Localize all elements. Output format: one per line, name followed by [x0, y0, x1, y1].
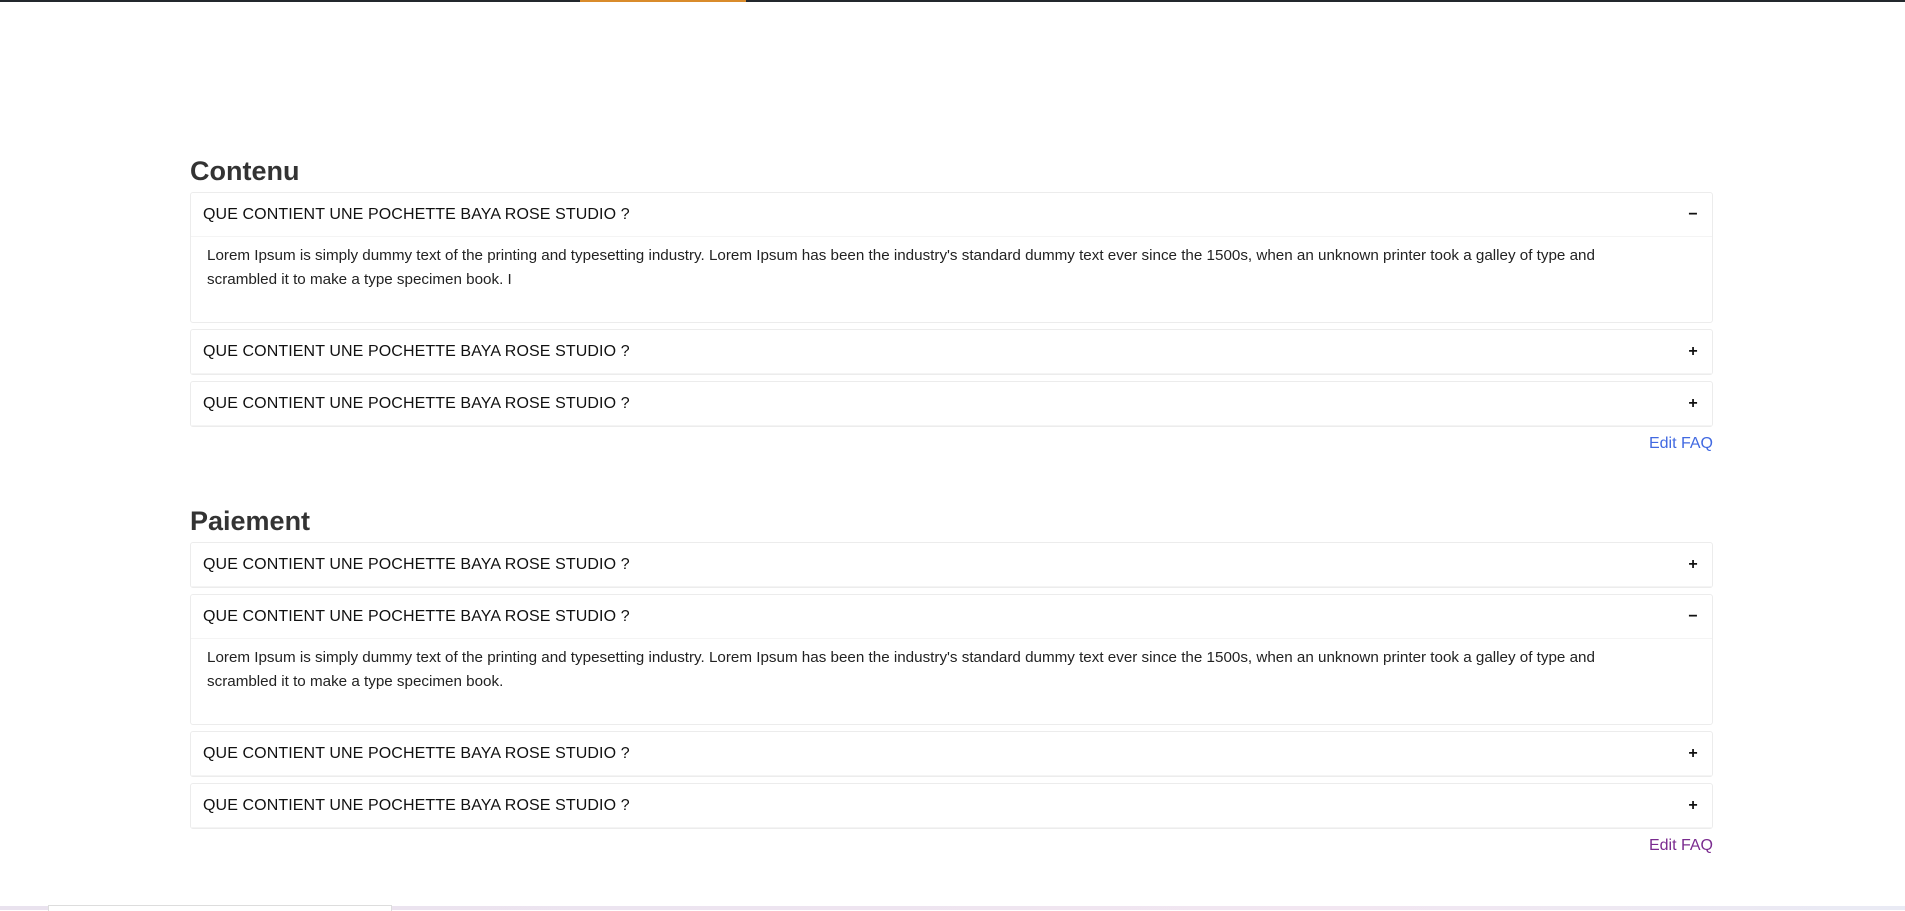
faq-item: QUE CONTIENT UNE POCHETTE BAYA ROSE STUD… [190, 192, 1713, 323]
faq-item: QUE CONTIENT UNE POCHETTE BAYA ROSE STUD… [190, 783, 1713, 829]
faq-question: QUE CONTIENT UNE POCHETTE BAYA ROSE STUD… [203, 744, 630, 762]
plus-icon[interactable]: + [1686, 797, 1700, 815]
faq-item: QUE CONTIENT UNE POCHETTE BAYA ROSE STUD… [190, 542, 1713, 588]
faq-question: QUE CONTIENT UNE POCHETTE BAYA ROSE STUD… [203, 205, 630, 223]
faq-question: QUE CONTIENT UNE POCHETTE BAYA ROSE STUD… [203, 342, 630, 360]
plus-icon[interactable]: + [1686, 745, 1700, 763]
faq-question: QUE CONTIENT UNE POCHETTE BAYA ROSE STUD… [203, 796, 630, 814]
edit-faq-link[interactable]: Edit FAQ [1649, 435, 1713, 452]
bottom-tab [48, 905, 392, 911]
faq-item: QUE CONTIENT UNE POCHETTE BAYA ROSE STUD… [190, 381, 1713, 427]
faq-question-toggle[interactable]: QUE CONTIENT UNE POCHETTE BAYA ROSE STUD… [191, 595, 1712, 639]
edit-faq-link[interactable]: Edit FAQ [1649, 837, 1713, 854]
edit-row: Edit FAQ [190, 433, 1713, 453]
minus-icon[interactable]: − [1686, 608, 1700, 626]
section-title: Contenu [190, 156, 300, 186]
edit-row: Edit FAQ [190, 835, 1713, 855]
top-bar [0, 0, 1905, 2]
faq-question-toggle[interactable]: QUE CONTIENT UNE POCHETTE BAYA ROSE STUD… [191, 732, 1712, 776]
faq-answer: Lorem Ipsum is simply dummy text of the … [207, 247, 1595, 288]
minus-icon[interactable]: − [1686, 206, 1700, 224]
faq-section-contenu: Contenu QUE CONTIENT UNE POCHETTE BAYA R… [190, 154, 1713, 453]
section-title: Paiement [190, 506, 311, 536]
faq-question: QUE CONTIENT UNE POCHETTE BAYA ROSE STUD… [203, 394, 630, 412]
faq-item: QUE CONTIENT UNE POCHETTE BAYA ROSE STUD… [190, 329, 1713, 375]
faq-question-toggle[interactable]: QUE CONTIENT UNE POCHETTE BAYA ROSE STUD… [191, 330, 1712, 374]
plus-icon[interactable]: + [1686, 343, 1700, 361]
faq-question: QUE CONTIENT UNE POCHETTE BAYA ROSE STUD… [203, 555, 630, 573]
faq-question-toggle[interactable]: QUE CONTIENT UNE POCHETTE BAYA ROSE STUD… [191, 193, 1712, 237]
faq-item: QUE CONTIENT UNE POCHETTE BAYA ROSE STUD… [190, 594, 1713, 725]
faq-question-toggle[interactable]: QUE CONTIENT UNE POCHETTE BAYA ROSE STUD… [191, 784, 1712, 828]
plus-icon[interactable]: + [1686, 395, 1700, 413]
faq-item: QUE CONTIENT UNE POCHETTE BAYA ROSE STUD… [190, 731, 1713, 777]
faq-question-toggle[interactable]: QUE CONTIENT UNE POCHETTE BAYA ROSE STUD… [191, 382, 1712, 426]
active-tab-indicator [580, 0, 746, 2]
faq-section-paiement: Paiement QUE CONTIENT UNE POCHETTE BAYA … [190, 504, 1713, 855]
plus-icon[interactable]: + [1686, 556, 1700, 574]
faq-question: QUE CONTIENT UNE POCHETTE BAYA ROSE STUD… [203, 607, 630, 625]
faq-answer: Lorem Ipsum is simply dummy text of the … [207, 649, 1595, 690]
faq-question-toggle[interactable]: QUE CONTIENT UNE POCHETTE BAYA ROSE STUD… [191, 543, 1712, 587]
